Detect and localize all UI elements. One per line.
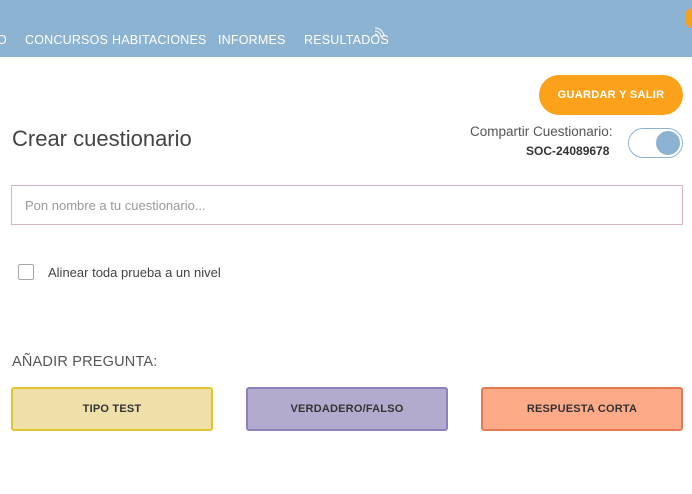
add-true-false-button[interactable]: VERDADERO/FALSO [246,387,448,431]
nav-item-informes[interactable]: INFORMES [218,33,286,47]
align-level-checkbox-label: Alinear toda prueba a un nivel [48,265,221,280]
add-short-answer-button[interactable]: RESPUESTA CORTA [481,387,683,431]
toggle-knob [656,131,680,155]
share-quiz-code: SOC-24089678 [526,144,610,158]
align-level-checkbox[interactable] [18,264,34,280]
notification-badge[interactable] [685,8,692,28]
share-quiz-label: Compartir Cuestionario: [470,124,613,139]
quiz-name-input[interactable] [11,185,683,225]
share-quiz-toggle[interactable] [628,128,683,158]
add-multiple-choice-button[interactable]: TIPO TEST [11,387,213,431]
add-question-title: AÑADIR PREGUNTA: [12,354,158,370]
top-navigation-bar: O CONCURSOS HABITACIONES INFORMES RESULT… [0,0,692,57]
save-and-exit-button[interactable]: GUARDAR Y SALIR [539,75,683,115]
live-signal-icon [374,27,385,38]
page-title: Crear cuestionario [12,126,192,151]
nav-item-concursos[interactable]: CONCURSOS [25,33,108,47]
nav-item-partial[interactable]: O [0,33,7,47]
nav-item-habitaciones[interactable]: HABITACIONES [112,33,207,47]
